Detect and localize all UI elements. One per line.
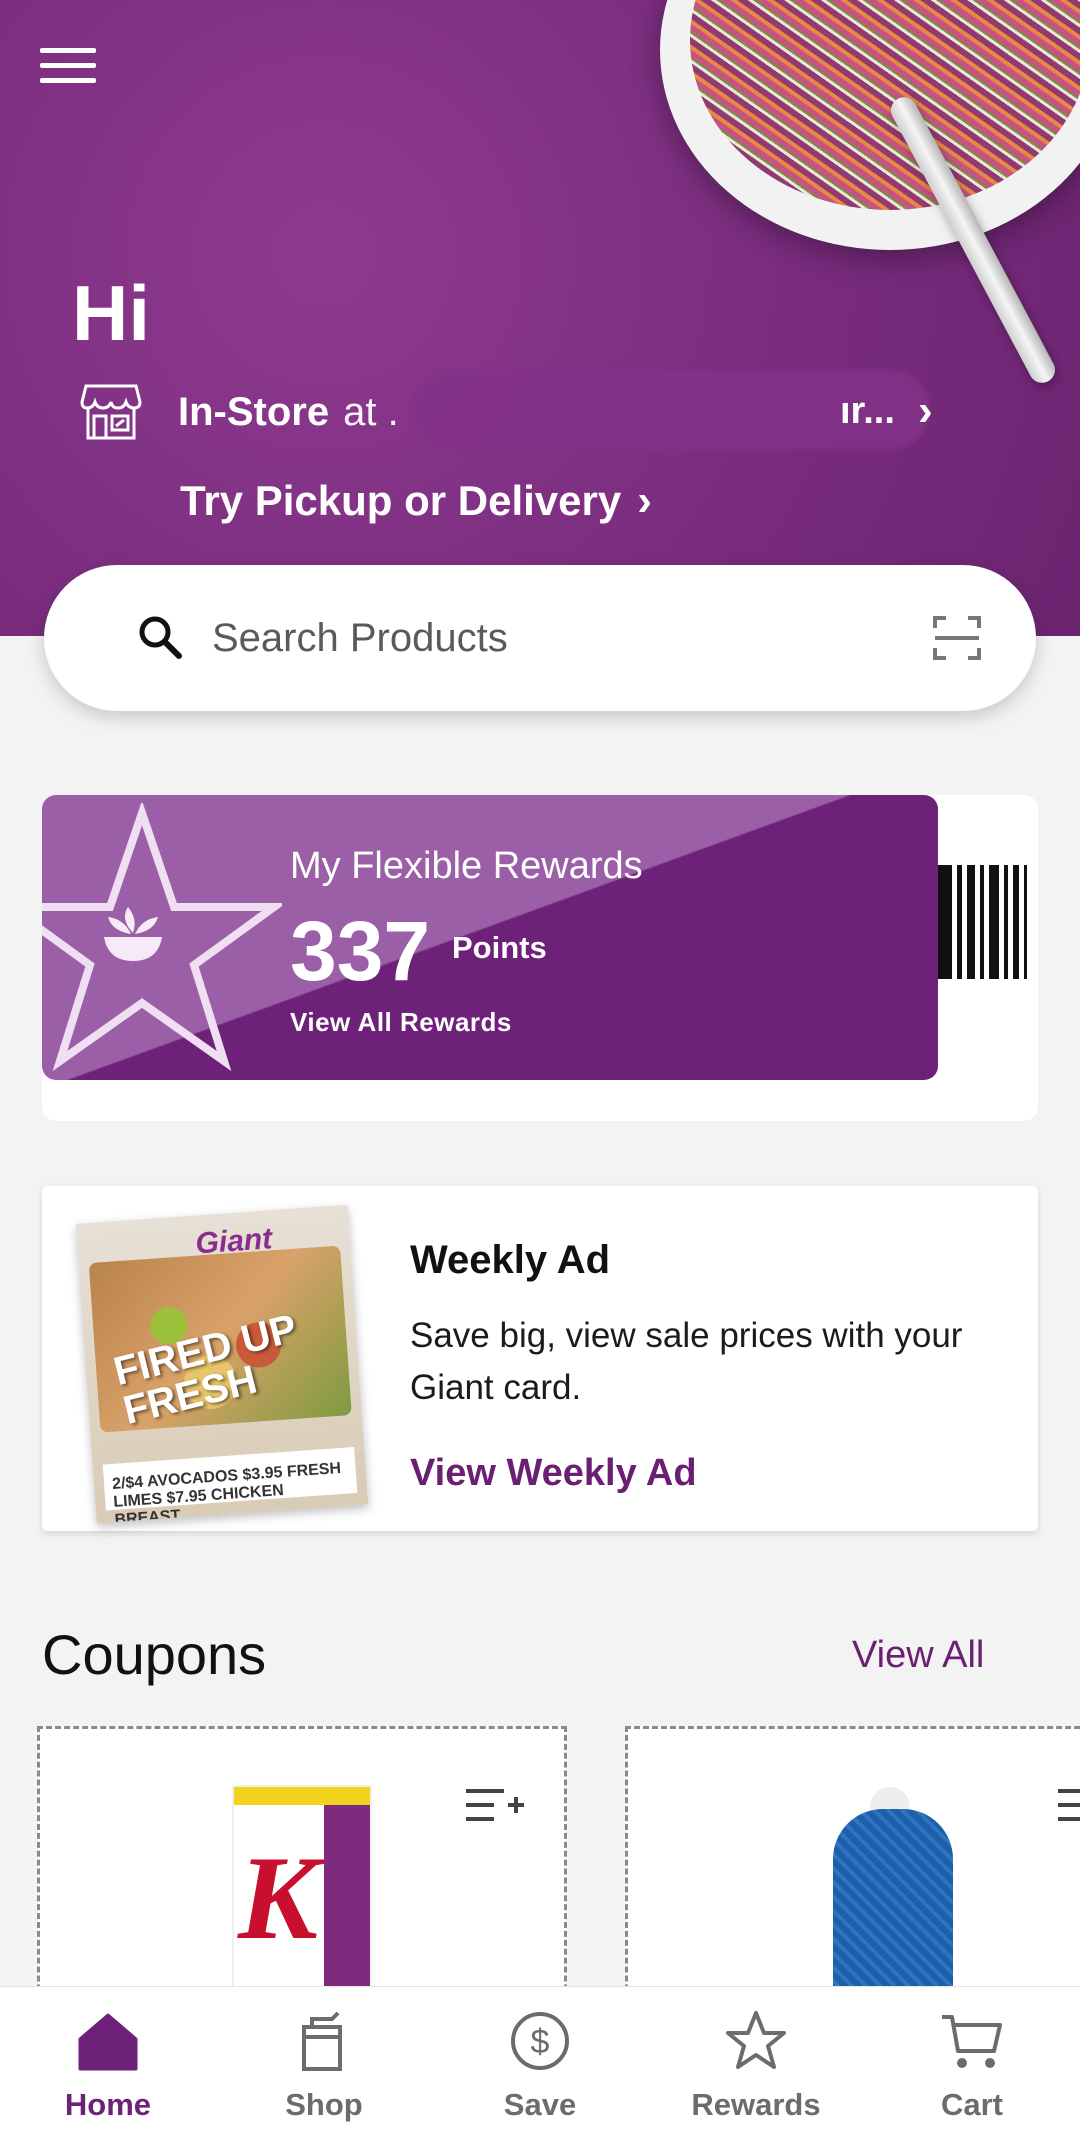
weekly-ad-card[interactable]: Giant FIRED UP FRESH 2/$4 AVOCADOS $3.95… xyxy=(42,1186,1038,1531)
nav-rewards-label: Rewards xyxy=(691,2087,821,2122)
greeting: Hi xyxy=(72,269,150,357)
nav-home[interactable]: Home xyxy=(0,1987,216,2134)
home-icon xyxy=(78,2013,138,2071)
star-icon xyxy=(726,2011,786,2069)
store-selector[interactable]: In-Store at . ır... › xyxy=(80,370,950,450)
menu-button[interactable] xyxy=(40,48,96,88)
rewards-points-label: Points xyxy=(452,930,547,965)
coupon-card[interactable]: K xyxy=(37,1726,567,2026)
nav-home-label: Home xyxy=(64,2087,152,2122)
rewards-points-value: 337 xyxy=(290,904,431,998)
nav-shop-label: Shop xyxy=(285,2087,363,2122)
view-weekly-ad-link[interactable]: View Weekly Ad xyxy=(410,1452,697,1495)
search-input[interactable] xyxy=(212,603,932,673)
dollar-circle-icon: $ xyxy=(511,2012,569,2070)
store-name-fragment: ır... xyxy=(840,390,895,432)
giant-bowl-logo-icon xyxy=(104,907,162,961)
nav-save-label: Save xyxy=(503,2087,577,2122)
add-to-list-icon[interactable] xyxy=(464,1785,524,1829)
bottom-navigation: Home Shop $ Save Rewards Cart xyxy=(0,1986,1080,2134)
loyalty-barcode[interactable] xyxy=(938,865,1038,979)
weekly-ad-description: Save big, view sale prices with your Gia… xyxy=(410,1316,963,1407)
coupon-card[interactable] xyxy=(625,1726,1080,2026)
shopping-bag-icon xyxy=(302,2011,342,2071)
nav-cart-label: Cart xyxy=(940,2087,1003,2122)
weekly-ad-thumbnail: Giant FIRED UP FRESH 2/$4 AVOCADOS $3.95… xyxy=(75,1204,369,1524)
store-at-label: at . xyxy=(343,389,399,434)
nav-rewards[interactable]: Rewards xyxy=(648,1987,864,2134)
weekly-ad-brand: Giant xyxy=(194,1222,274,1261)
coupons-heading: Coupons xyxy=(42,1623,267,1686)
rewards-banner[interactable]: My Flexible Rewards 337 Points View All … xyxy=(42,795,938,1080)
nav-shop[interactable]: Shop xyxy=(216,1987,432,2134)
rewards-title: My Flexible Rewards xyxy=(290,845,643,887)
nav-save[interactable]: $ Save xyxy=(432,1987,648,2134)
try-pickup-delivery-label: Try Pickup or Delivery xyxy=(180,477,622,524)
search-icon xyxy=(139,616,182,659)
add-to-list-icon[interactable] xyxy=(1056,1785,1080,1829)
store-mode-label: In-Store xyxy=(178,389,330,434)
chevron-right-icon: › xyxy=(637,476,652,525)
svg-text:$: $ xyxy=(531,2023,550,2061)
menu-icon-bar xyxy=(40,78,96,83)
search-bar[interactable] xyxy=(44,565,1036,711)
view-all-rewards-link[interactable]: View All Rewards xyxy=(290,1007,512,1038)
barcode-scan-icon[interactable] xyxy=(932,613,982,663)
cart-icon xyxy=(942,2015,1002,2068)
weekly-ad-title: Weekly Ad xyxy=(410,1238,611,1282)
hero-banner: Hi In-Store at . ır... › Try Pickup or D… xyxy=(0,0,1080,636)
rewards-card: My Flexible Rewards 337 Points View All … xyxy=(42,795,1038,1121)
menu-icon-bar xyxy=(40,48,96,53)
storefront-icon xyxy=(80,384,142,440)
nav-cart[interactable]: Cart xyxy=(864,1987,1080,2134)
weekly-ad-prices: 2/$4 AVOCADOS $3.95 FRESH LIMES $7.95 CH… xyxy=(102,1446,358,1523)
coupons-view-all-link[interactable]: View All xyxy=(852,1634,984,1677)
menu-icon-bar xyxy=(40,63,96,68)
try-pickup-delivery-link[interactable]: Try Pickup or Delivery › xyxy=(180,476,652,526)
chevron-right-icon: › xyxy=(918,386,933,435)
